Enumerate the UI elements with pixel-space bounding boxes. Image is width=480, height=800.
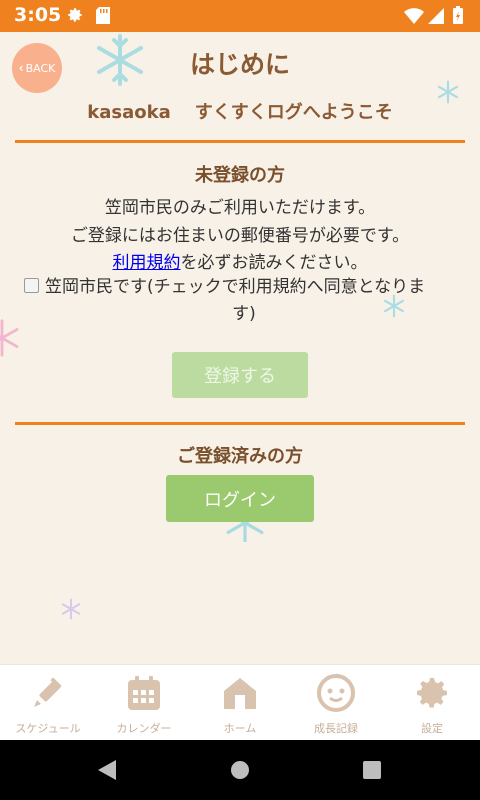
tab-settings[interactable]: 設定 (384, 665, 480, 741)
unregistered-heading: 未登録の方 (195, 165, 285, 186)
tab-label: スケジュール (15, 722, 81, 735)
page-title: はじめに (189, 50, 290, 79)
baby-face-icon (317, 673, 355, 712)
tab-schedule[interactable]: スケジュール (0, 665, 96, 741)
status-time: 3:05 (14, 4, 62, 26)
signal-icon (428, 8, 444, 28)
gear-icon (417, 678, 447, 708)
tab-label: ホーム (223, 722, 257, 735)
bottom-tab-bar: スケジュール カレンダー ホーム 成長記録 設定 (0, 664, 480, 741)
welcome-text: すくすくログへようこそ (194, 102, 393, 123)
tab-calendar[interactable]: カレンダー (96, 665, 192, 741)
eligibility-text: 笠岡市民のみご利用いただけます。 (104, 198, 376, 218)
login-button[interactable]: ログイン (166, 475, 314, 522)
terms-notice: 利用規約を必ずお読みください。 (0, 248, 480, 273)
citizen-consent-row[interactable]: 笠岡市民です(チェックで利用規約へ同意となりま す) (24, 274, 464, 328)
tab-label: 設定 (421, 722, 443, 735)
system-navigation-bar (0, 740, 480, 800)
tab-label: 成長記録 (314, 722, 358, 735)
main-content: ‹ BACK はじめに kasaoka すくすくログへようこそ 未登録の方 笠岡市… (0, 32, 480, 664)
sd-card-icon (96, 7, 110, 28)
register-button[interactable]: 登録する (172, 352, 308, 398)
citizen-consent-checkbox[interactable] (24, 277, 39, 293)
home-nav-icon[interactable] (230, 760, 250, 780)
snowflake-icon (61, 598, 81, 620)
status-bar: 3:05 (0, 0, 480, 32)
home-icon (224, 678, 256, 709)
citizen-consent-label[interactable]: 笠岡市民です(チェックで利用規約へ同意となりま (45, 277, 425, 297)
postal-code-notice: ご登録にはお住まいの郵便番号が必要です。 (70, 226, 410, 246)
snowflake-icon (0, 319, 19, 357)
citizen-consent-label-cont[interactable]: す) (24, 301, 464, 328)
section-divider (15, 422, 465, 425)
terms-notice-suffix: を必ずお読みください。 (180, 253, 368, 273)
welcome-brand: kasaoka (87, 102, 171, 123)
registered-heading: ご登録済みの方 (177, 446, 303, 467)
welcome-message: kasaoka すくすくログへようこそ (0, 98, 480, 124)
calendar-icon (128, 676, 160, 710)
tab-label: カレンダー (116, 722, 172, 735)
recents-nav-icon[interactable] (363, 761, 381, 779)
syringe-icon (34, 677, 62, 707)
back-nav-icon[interactable] (96, 759, 118, 781)
wifi-icon (404, 8, 424, 28)
tab-home[interactable]: ホーム (192, 665, 288, 741)
settings-status-icon (66, 6, 84, 28)
tab-growth-record[interactable]: 成長記録 (288, 665, 384, 741)
terms-link[interactable]: 利用規約 (113, 253, 181, 273)
battery-icon (453, 6, 463, 28)
section-divider (15, 140, 465, 143)
